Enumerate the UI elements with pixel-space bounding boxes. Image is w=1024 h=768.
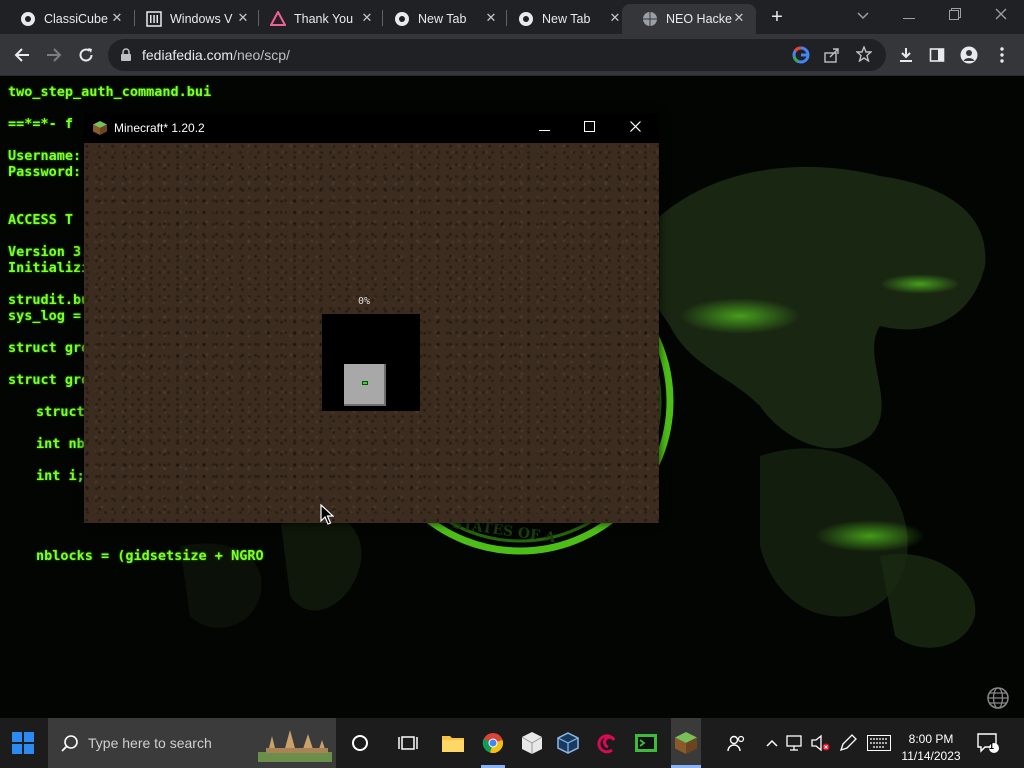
keyboard-icon[interactable] — [867, 731, 891, 755]
debian-icon[interactable] — [596, 731, 620, 755]
volume-muted-icon[interactable] — [808, 731, 832, 755]
side-panel-icon[interactable] — [926, 44, 948, 66]
minecraft-grass-block-icon — [93, 121, 107, 135]
minecraft-window[interactable]: Minecraft* 1.20.2 0% — [84, 113, 659, 523]
notification-count: 1 — [989, 741, 995, 751]
code-line: nblocks = (gidsetsize + NGRO — [36, 548, 264, 564]
chrome-icon — [394, 11, 410, 27]
search-placeholder: Type here to search — [88, 735, 212, 751]
clock-time: 8:00 PM — [908, 732, 954, 746]
share-icon[interactable] — [824, 47, 840, 68]
browser-tab-bar: ClassiCube ✕ Windows V ✕ Thank You ✕ New… — [0, 0, 1024, 34]
globe-icon — [642, 11, 658, 27]
tab-classicube[interactable]: ClassiCube ✕ — [0, 4, 134, 34]
minimize-icon[interactable] — [895, 4, 923, 26]
taskbar-search-box[interactable]: Type here to search — [48, 718, 336, 768]
pen-icon[interactable] — [836, 731, 860, 755]
chevron-up-icon[interactable] — [760, 731, 784, 755]
download-icon[interactable] — [895, 44, 917, 66]
chrome-icon — [20, 11, 36, 27]
tab-thank-you[interactable]: Thank You ✕ — [250, 4, 384, 34]
tab-search-chevron-icon[interactable] — [849, 4, 877, 26]
people-icon[interactable] — [724, 731, 748, 755]
tab-label: New Tab — [418, 12, 467, 26]
code-line: struct gro — [8, 372, 90, 388]
window-close-icon[interactable] — [987, 4, 1015, 26]
profile-icon[interactable] — [958, 44, 980, 66]
virtualbox-icon[interactable] — [556, 731, 580, 755]
globe-icon[interactable] — [986, 686, 1010, 710]
code-line: strudit.bu — [8, 292, 90, 308]
network-icon[interactable] — [784, 731, 808, 755]
minecraft-title-bar[interactable]: Minecraft* 1.20.2 — [84, 113, 659, 143]
code-line: ==*=*- f — [8, 116, 74, 132]
reload-icon[interactable] — [75, 44, 97, 66]
chrome-icon[interactable] — [481, 731, 505, 768]
bank-icon — [146, 11, 162, 27]
system-clock[interactable]: 8:00 PM 11/14/2023 — [896, 731, 966, 765]
loading-indicator — [362, 381, 368, 385]
app-cube-icon[interactable] — [520, 731, 544, 755]
minecraft-loading-screen: 0% — [84, 143, 659, 523]
address-bar[interactable]: fediafedia.com/neo/scp/ — [108, 39, 886, 71]
minecraft-window-title: Minecraft* 1.20.2 — [114, 121, 205, 135]
tab-label: New Tab — [542, 12, 591, 26]
code-line: sys_log = — [8, 308, 82, 324]
close-icon[interactable]: ✕ — [236, 11, 250, 25]
window-close-icon[interactable] — [623, 117, 647, 139]
search-highlight-temple-icon[interactable] — [258, 726, 332, 767]
bookmark-star-icon[interactable] — [855, 45, 873, 67]
tab-windows[interactable]: Windows V ✕ — [126, 4, 260, 34]
maximize-icon[interactable] — [577, 117, 601, 139]
loading-block — [344, 364, 386, 406]
code-line: ACCESS T — [8, 212, 74, 228]
code-line: two_step_auth_command.bui — [8, 84, 212, 100]
code-line: int i; — [36, 468, 85, 484]
windows-taskbar: Type here to search 8:00 PM 11/14/2023 1 — [0, 718, 1024, 768]
task-view-icon[interactable] — [396, 731, 420, 755]
new-tab-button[interactable]: + — [766, 6, 788, 28]
search-icon — [61, 734, 79, 757]
code-line: Version 3. — [8, 244, 90, 260]
windows-start-icon[interactable] — [11, 731, 35, 755]
chrome-icon — [518, 11, 534, 27]
close-icon[interactable]: ✕ — [110, 11, 124, 25]
tab-label: Thank You — [294, 12, 354, 26]
arc-icon — [270, 11, 286, 27]
minimize-icon[interactable] — [532, 117, 556, 139]
close-icon[interactable]: ✕ — [732, 11, 746, 25]
tab-label: ClassiCube — [44, 12, 108, 26]
terminal-app-icon[interactable] — [634, 731, 658, 755]
mouse-cursor-icon — [320, 503, 335, 526]
tab-label: Windows V — [170, 12, 233, 26]
close-icon[interactable]: ✕ — [484, 11, 498, 25]
code-line: Password: — [8, 164, 82, 180]
browser-toolbar: fediafedia.com/neo/scp/ — [0, 34, 1024, 76]
lock-icon[interactable] — [120, 48, 132, 67]
close-icon[interactable]: ✕ — [360, 11, 374, 25]
minecraft-taskbar-icon[interactable] — [671, 718, 701, 768]
restore-icon[interactable] — [941, 4, 969, 26]
url-text[interactable]: fediafedia.com/neo/scp/ — [142, 47, 290, 63]
google-lens-icon[interactable] — [792, 46, 810, 69]
more-menu-icon[interactable] — [991, 44, 1013, 66]
tab-new-tab-2[interactable]: New Tab ✕ — [498, 4, 632, 34]
code-line: struct — [36, 404, 85, 420]
loading-percent: 0% — [358, 296, 371, 307]
clock-date: 11/14/2023 — [901, 749, 961, 763]
forward-arrow-icon[interactable] — [43, 44, 65, 66]
tab-neo-hacker-active[interactable]: NEO Hacke ✕ — [622, 4, 756, 34]
tab-label: NEO Hacke — [666, 12, 732, 26]
back-arrow-icon[interactable] — [11, 44, 33, 66]
file-explorer-icon[interactable] — [441, 731, 465, 755]
code-line: struct gro — [8, 340, 90, 356]
code-line: Username: — [8, 148, 82, 164]
cortana-icon[interactable] — [348, 731, 372, 755]
tab-new-tab-1[interactable]: New Tab ✕ — [374, 4, 508, 34]
notifications-icon[interactable]: 1 — [976, 731, 1000, 755]
loading-preview-box — [322, 314, 420, 411]
close-icon[interactable]: ✕ — [608, 11, 622, 25]
